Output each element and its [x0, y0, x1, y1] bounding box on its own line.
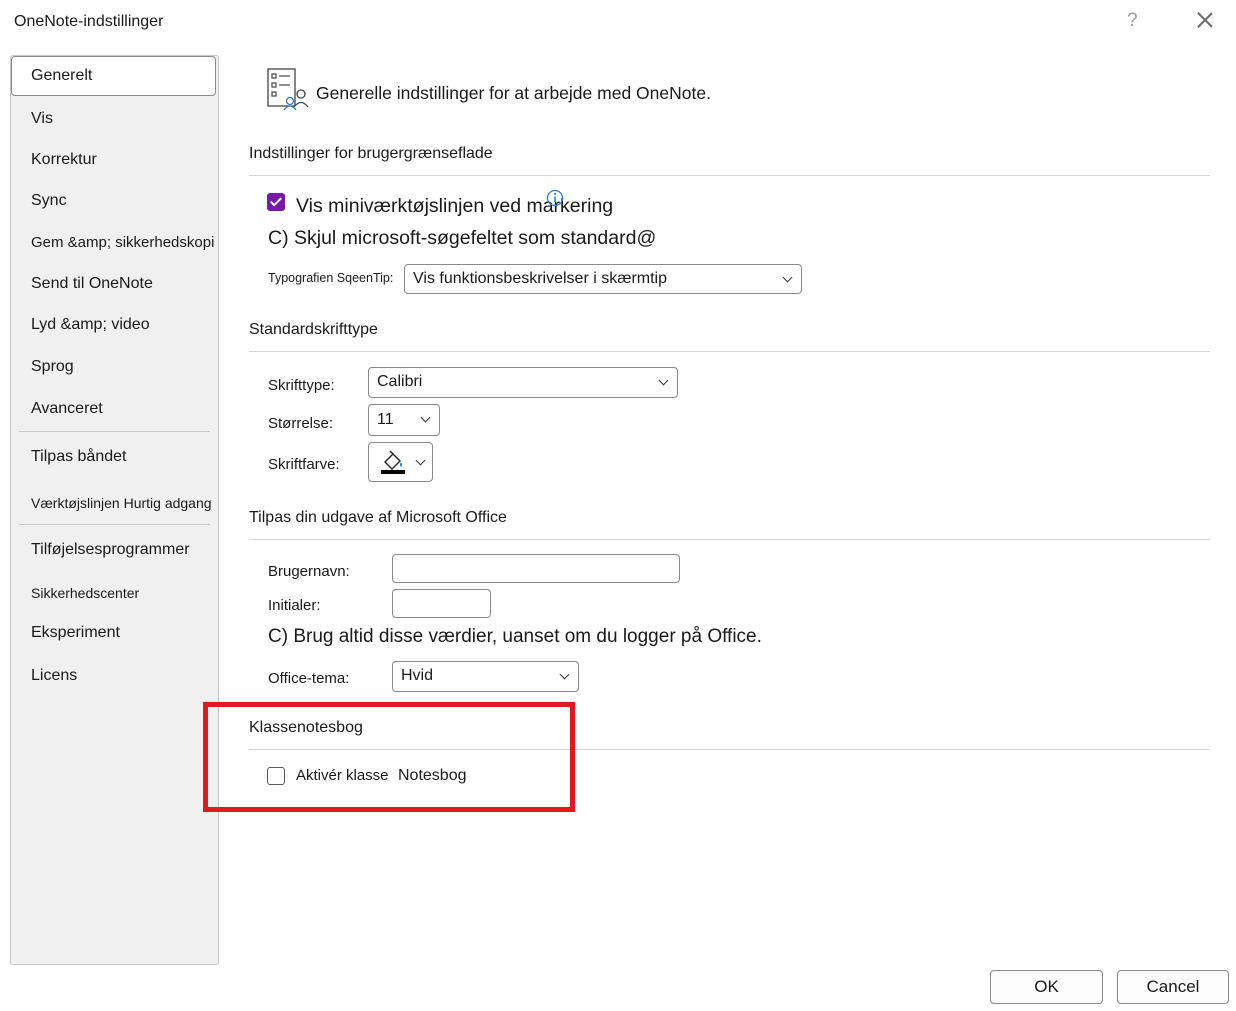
font-color-button[interactable] [368, 442, 433, 482]
sidebar-item-hurtig-adgang[interactable]: Værktøjslinjen Hurtig adgang [31, 495, 212, 511]
dialog-title: OneNote-indstillinger [14, 13, 164, 30]
section-title-office: Tilpas din udgave af Microsoft Office [249, 509, 507, 526]
ok-button[interactable]: OK [990, 970, 1103, 1004]
initials-input[interactable] [392, 589, 491, 618]
section-title-font: Standardskrifttype [249, 321, 378, 338]
chevron-down-icon [559, 669, 570, 680]
section-divider [249, 539, 1210, 540]
sidebar-item-sikkerhedscenter[interactable]: Sikkerhedscenter [31, 585, 139, 601]
sidebar-item-sprog[interactable]: Sprog [31, 358, 74, 376]
size-label: Størrelse: [268, 415, 334, 432]
screentip-select[interactable]: Vis funktionsbeskrivelser i skærmtip [404, 264, 802, 294]
size-select[interactable]: 11 [368, 404, 440, 436]
highlight-box [203, 702, 575, 812]
sidebar-item-korrektur[interactable]: Korrektur [31, 151, 97, 169]
initials-label: Initialer: [268, 597, 321, 614]
sidebar-divider [19, 524, 210, 525]
font-color-label: Skriftfarve: [268, 456, 340, 473]
office-theme-label: Office-tema: [268, 670, 350, 687]
sidebar-item-generelt[interactable]: Generelt [11, 56, 216, 96]
font-select[interactable]: Calibri [368, 367, 678, 398]
sidebar-item-eksperiment[interactable]: Eksperiment [31, 624, 120, 642]
username-input[interactable] [392, 554, 680, 583]
sidebar: Generelt Vis Korrektur Sync Gem &amp; si… [10, 55, 219, 965]
font-label: Skrifttype: [268, 377, 335, 394]
sidebar-item-licens[interactable]: Licens [31, 667, 77, 685]
screentip-value: Vis funktionsbeskrivelser i skærmtip [413, 270, 668, 287]
sidebar-item-send-til-onenote[interactable]: Send til OneNote [31, 275, 153, 293]
section-title-ui: Indstillinger for brugergrænseflade [249, 145, 493, 162]
office-theme-value: Hvid [401, 667, 434, 684]
chevron-down-icon [415, 455, 426, 466]
chevron-down-icon [658, 375, 669, 386]
sidebar-item-avanceret[interactable]: Avanceret [31, 400, 103, 418]
sidebar-item-lyd-video[interactable]: Lyd &amp; video [31, 316, 150, 334]
close-icon[interactable] [1193, 8, 1217, 32]
size-value: 11 [377, 411, 394, 428]
chevron-down-icon [782, 272, 793, 283]
mini-toolbar-checkbox[interactable] [267, 193, 285, 211]
cancel-button[interactable]: Cancel [1117, 970, 1229, 1004]
office-theme-select[interactable]: Hvid [392, 661, 579, 692]
sidebar-divider [19, 431, 210, 432]
paint-bucket-icon [381, 450, 405, 474]
sidebar-item-tilfoejelsesprogrammer[interactable]: Tilføjelsesprogrammer [31, 541, 190, 559]
section-divider [249, 351, 1210, 352]
general-settings-icon [265, 66, 311, 112]
sidebar-item-vis[interactable]: Vis [31, 110, 53, 128]
section-divider [249, 175, 1210, 176]
font-value: Calibri [377, 373, 423, 390]
screentip-label: Typografien SqeenTip: [268, 271, 394, 285]
help-icon[interactable]: ? [1127, 10, 1138, 32]
info-icon[interactable] [546, 189, 564, 207]
sidebar-item-gem[interactable]: Gem &amp; sikkerhedskopi [31, 234, 214, 251]
chevron-down-icon [420, 412, 431, 423]
page-header: Generelle indstillinger for at arbejde m… [316, 83, 711, 103]
sidebar-item-tilpas-baandet[interactable]: Tilpas båndet [31, 448, 126, 466]
mini-toolbar-label: Vis miniværktøjslinjen ved markering [296, 195, 614, 217]
hide-search-label[interactable]: C) Skjul microsoft-søgefeltet som standa… [268, 227, 656, 250]
sidebar-item-sync[interactable]: Sync [31, 192, 67, 210]
username-label: Brugernavn: [268, 563, 350, 580]
always-use-values-label[interactable]: C) Brug altid disse værdier, uanset om d… [268, 626, 762, 648]
